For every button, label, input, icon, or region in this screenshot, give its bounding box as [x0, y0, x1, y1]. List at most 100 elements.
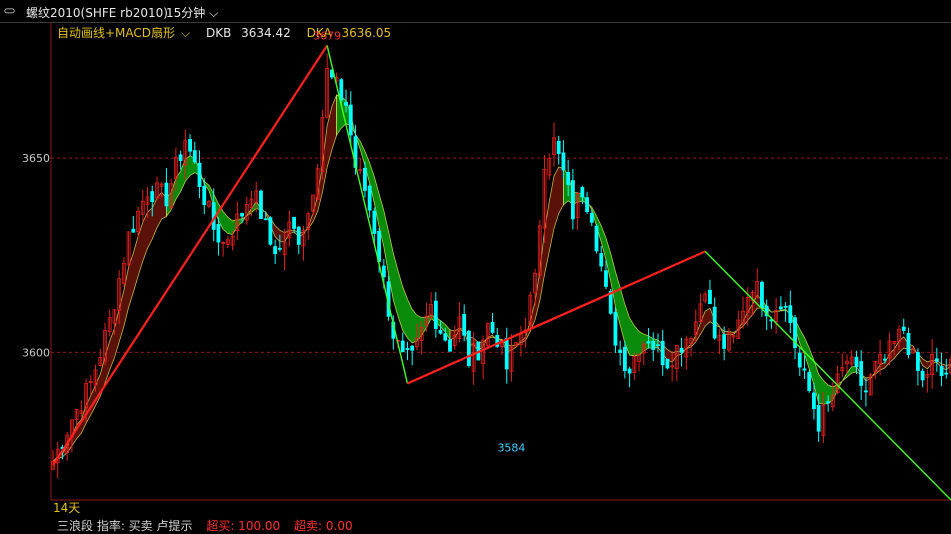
candle-body-184: [921, 371, 924, 380]
candle-body-189: [945, 373, 948, 374]
candle-body-83: [444, 334, 447, 340]
y-tick-3650: 3650: [22, 152, 50, 165]
candle-body-40: [241, 214, 244, 217]
candle-body-127: [652, 341, 655, 349]
candle-body-172: [864, 391, 867, 392]
candle-body-129: [661, 341, 664, 364]
peak-label-3584: 3584: [497, 442, 525, 455]
candle-body-74: [401, 341, 404, 352]
candle-body-122: [628, 369, 631, 373]
candlesticks: [52, 54, 951, 478]
candle-body-183: [916, 352, 919, 370]
candle-body-27: [179, 155, 182, 161]
candle-body-158: [798, 353, 801, 367]
trend-lines: [53, 46, 951, 500]
candle-body-30: [193, 151, 196, 162]
candle-body-82: [439, 330, 442, 333]
trend-line-0: [53, 46, 327, 466]
candle-body-88: [467, 331, 470, 365]
candle-body-61: [340, 80, 343, 100]
trend-line-1: [327, 46, 407, 384]
peak-label-3679: 3679: [313, 30, 341, 43]
candle-body-35: [217, 224, 220, 242]
candle-body-87: [463, 314, 466, 335]
candle-body-62: [345, 102, 348, 105]
candle-body-52: [297, 227, 300, 244]
grid-lines: [51, 158, 951, 352]
candle-body-116: [600, 254, 603, 267]
candle-body-142: [723, 335, 726, 349]
candle-body-113: [586, 198, 589, 212]
candle-body-46: [269, 218, 272, 245]
candle-body-70: [382, 266, 385, 277]
candle-body-156: [789, 306, 792, 323]
candle-body-76: [411, 346, 414, 350]
candle-body-66: [363, 168, 366, 190]
candle-body-114: [590, 213, 593, 222]
candle-body-139: [708, 290, 711, 303]
sub-indicator-name: 三浪段 指率: 买卖 卢提示: [57, 519, 193, 533]
candle-body-17: [132, 229, 135, 232]
candle-body-188: [940, 366, 943, 375]
candle-body-119: [614, 312, 617, 345]
candle-body-117: [604, 271, 607, 287]
candle-body-140: [713, 307, 716, 338]
candle-body-155: [784, 306, 787, 307]
trend-line-3: [705, 251, 951, 500]
candle-body-150: [760, 282, 763, 307]
candle-body-161: [812, 393, 815, 409]
candle-body-68: [373, 211, 376, 234]
candle-body-154: [779, 307, 782, 309]
candle-body-29: [189, 139, 192, 151]
candle-body-93: [491, 322, 494, 332]
candle-body-126: [647, 342, 650, 344]
candle-body-47: [274, 247, 277, 254]
candle-body-120: [619, 350, 622, 353]
trend-line-2: [407, 251, 705, 383]
candle-body-130: [666, 359, 669, 368]
bottom-indicator-text: 三浪段 指率: 买卖 卢提示 超买: 100.00 超卖: 0.00: [57, 517, 363, 534]
candle-body-107: [557, 141, 560, 153]
candle-body-180: [902, 327, 905, 330]
candle-body-181: [907, 333, 910, 354]
candle-body-112: [581, 187, 584, 196]
price-chart[interactable]: 3600 3650 3679 3584 14天: [0, 0, 951, 525]
candle-body-44: [259, 191, 262, 219]
candle-body-67: [368, 186, 371, 210]
candle-body-63: [349, 105, 352, 135]
days-label: 14天: [53, 501, 80, 515]
candle-body-159: [803, 369, 806, 370]
candle-body-187: [935, 359, 938, 362]
candle-body-170: [855, 357, 858, 367]
candle-body-164: [827, 402, 830, 403]
candle-body-96: [505, 339, 508, 369]
candle-body-32: [203, 186, 206, 204]
candle-body-115: [595, 226, 598, 251]
candle-body-109: [567, 172, 570, 184]
candle-body-110: [571, 181, 574, 219]
candle-body-84: [449, 340, 452, 351]
candle-body-51: [293, 217, 296, 228]
oversold-value: 超卖: 0.00: [294, 519, 353, 533]
candle-body-121: [623, 347, 626, 370]
candle-body-133: [680, 348, 683, 352]
candle-body-162: [817, 405, 820, 431]
candle-body-171: [860, 362, 863, 386]
y-tick-3600: 3600: [22, 346, 50, 359]
overbought-value: 超买: 100.00: [206, 519, 280, 533]
candle-body-31: [198, 163, 201, 186]
y-tick-labels: 3600 3650: [22, 152, 50, 359]
fan-band-1: [166, 156, 265, 235]
candle-body-81: [434, 301, 437, 328]
candle-body-160: [808, 373, 811, 391]
peak-labels: 3679 3584: [313, 30, 525, 455]
macd-fan-bands: [53, 95, 951, 462]
candle-body-45: [264, 219, 267, 220]
candle-body-128: [656, 345, 659, 346]
candle-body-24: [165, 183, 168, 206]
candle-body-108: [562, 153, 565, 170]
candle-body-21: [151, 192, 154, 202]
candle-body-48: [278, 248, 281, 249]
candle-body-75: [406, 348, 409, 349]
candle-body-176: [883, 359, 886, 360]
